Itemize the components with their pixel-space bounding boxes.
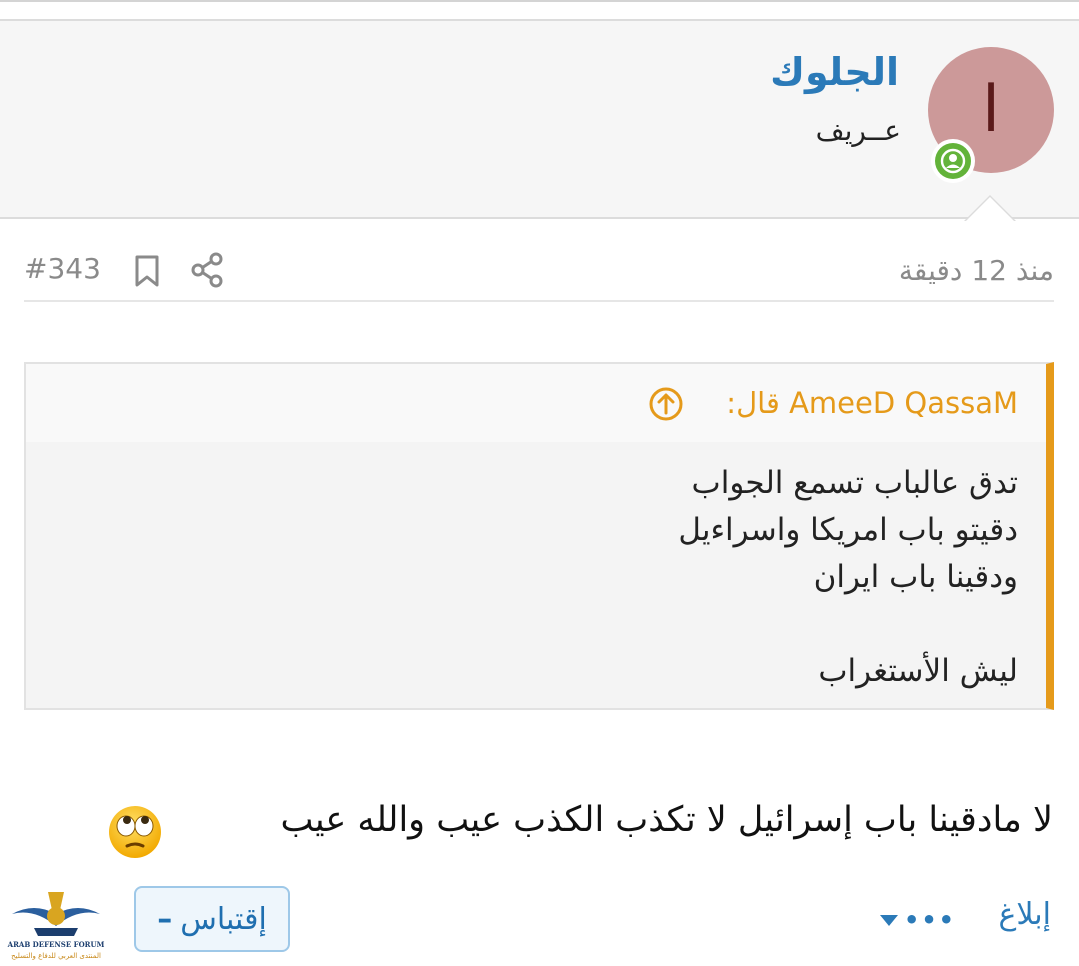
minus-icon: –	[157, 901, 173, 937]
quote-block: AmeeD QassaM قال: تدق عالباب تسمع الجواب…	[24, 362, 1054, 710]
quote-reply-button[interactable]: إقتباس –	[134, 886, 290, 952]
eye-roll-emoji-icon	[107, 804, 163, 860]
share-icon[interactable]	[190, 252, 224, 288]
logo-text-ar: المنتدى العربي للدفاع والتسليح	[11, 952, 101, 960]
bookmark-icon[interactable]	[132, 254, 162, 288]
username-link[interactable]: الجلوك	[770, 50, 899, 94]
report-link[interactable]: إبلاغ	[999, 897, 1052, 932]
post-time-link[interactable]: منذ 12 دقيقة	[899, 254, 1054, 287]
user-title: عــريف	[815, 114, 901, 147]
top-divider	[0, 0, 1079, 2]
quote-line	[678, 601, 1018, 648]
quote-line: دقيتو باب امريكا واسراءيل	[678, 512, 1018, 548]
quote-text: تدق عالباب تسمع الجواب دقيتو باب امريكا …	[678, 460, 1018, 695]
user-online-icon	[931, 139, 975, 183]
post-number-link[interactable]: #343	[24, 252, 101, 285]
header-pointer	[966, 197, 1014, 221]
logo-text-en: ARAB DEFENSE FORUM	[7, 940, 105, 949]
quote-line: تدق عالباب تسمع الجواب	[691, 465, 1018, 501]
post-author-header	[0, 19, 1079, 219]
arrow-up-circle-icon[interactable]	[648, 386, 684, 422]
more-options-button[interactable]: •••	[880, 906, 954, 934]
quote-author-link[interactable]: AmeeD QassaM قال:	[726, 386, 1018, 420]
post-meta-row: منذ 12 دقيقة #343	[24, 240, 1054, 302]
post-message: لا مادقينا باب إسرائيل لا تكذب الكذب عيب…	[280, 800, 1053, 840]
quote-line: ودقينا باب ايران	[813, 559, 1018, 595]
avatar-letter: ا	[982, 73, 1000, 147]
quote-line: ليش الأستغراب	[818, 653, 1018, 689]
caret-down-icon	[880, 914, 898, 926]
forum-logo: ARAB DEFENSE FORUM المنتدى العربي للدفاع…	[4, 884, 108, 962]
quote-button-label: إقتباس	[180, 901, 267, 937]
more-dots-icon: •••	[904, 906, 957, 934]
